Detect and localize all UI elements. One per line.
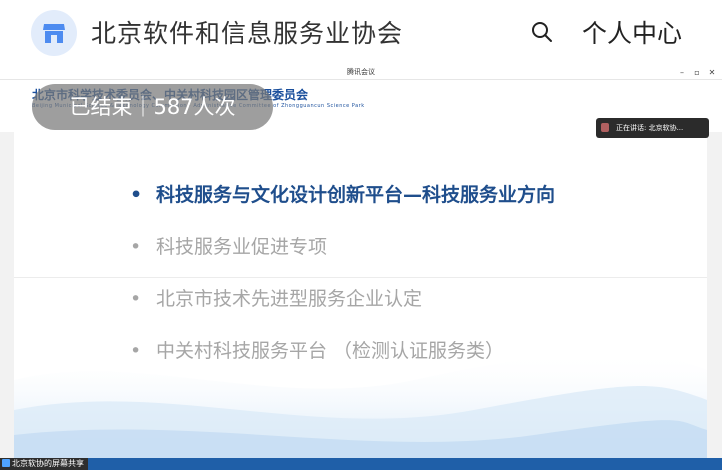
taskbar (0, 458, 722, 470)
list-item: • 中关村科技服务平台 （检测认证服务类） (130, 336, 504, 363)
speaker-label: 正在讲话: 北京软协... (616, 124, 684, 132)
bullet-text: 科技服务与文化设计创新平台—科技服务业方向 (156, 184, 556, 206)
minimize-icon[interactable]: – (677, 67, 687, 78)
side-margin-left (0, 132, 14, 458)
bullet-dot: • (130, 184, 143, 206)
screen-share-label: 北京软协的屏幕共享 (12, 459, 84, 468)
screen-share-indicator[interactable]: 北京软协的屏幕共享 (0, 458, 88, 470)
slide-divider (14, 277, 707, 278)
bullet-dot: • (130, 236, 142, 258)
site-header: 北京软件和信息服务业协会 个人中心 (0, 0, 722, 66)
list-item: • 科技服务业促进专项 (130, 232, 327, 259)
meeting-status-badge: 已结束｜587人次 (32, 84, 273, 130)
site-title: 北京软件和信息服务业协会 (91, 19, 404, 48)
bullet-text: 中关村科技服务平台 （检测认证服务类） (156, 340, 505, 362)
bullet-dot: • (130, 340, 142, 362)
personal-center-link[interactable]: 个人中心 (582, 14, 682, 50)
bullet-text: 北京市技术先进型服务企业认定 (156, 288, 423, 310)
bullet-dot: • (130, 288, 142, 310)
store-icon[interactable] (31, 10, 77, 56)
search-icon[interactable] (530, 20, 554, 44)
close-icon[interactable]: ✕ (707, 67, 717, 78)
screen-share-icon (2, 459, 10, 467)
bullet-text: 科技服务业促进专项 (156, 236, 328, 258)
list-item: • 北京市技术先进型服务企业认定 (130, 284, 422, 311)
side-margin-right (707, 132, 722, 458)
list-item: • 科技服务与文化设计创新平台—科技服务业方向 (130, 180, 555, 207)
meeting-window-title: 腾讯会议 (347, 68, 375, 76)
avatar (601, 123, 609, 132)
meeting-titlebar: 腾讯会议 – ▫ ✕ (0, 66, 722, 80)
speaker-indicator: 正在讲话: 北京软协... (596, 118, 709, 138)
restore-icon[interactable]: ▫ (692, 67, 702, 78)
